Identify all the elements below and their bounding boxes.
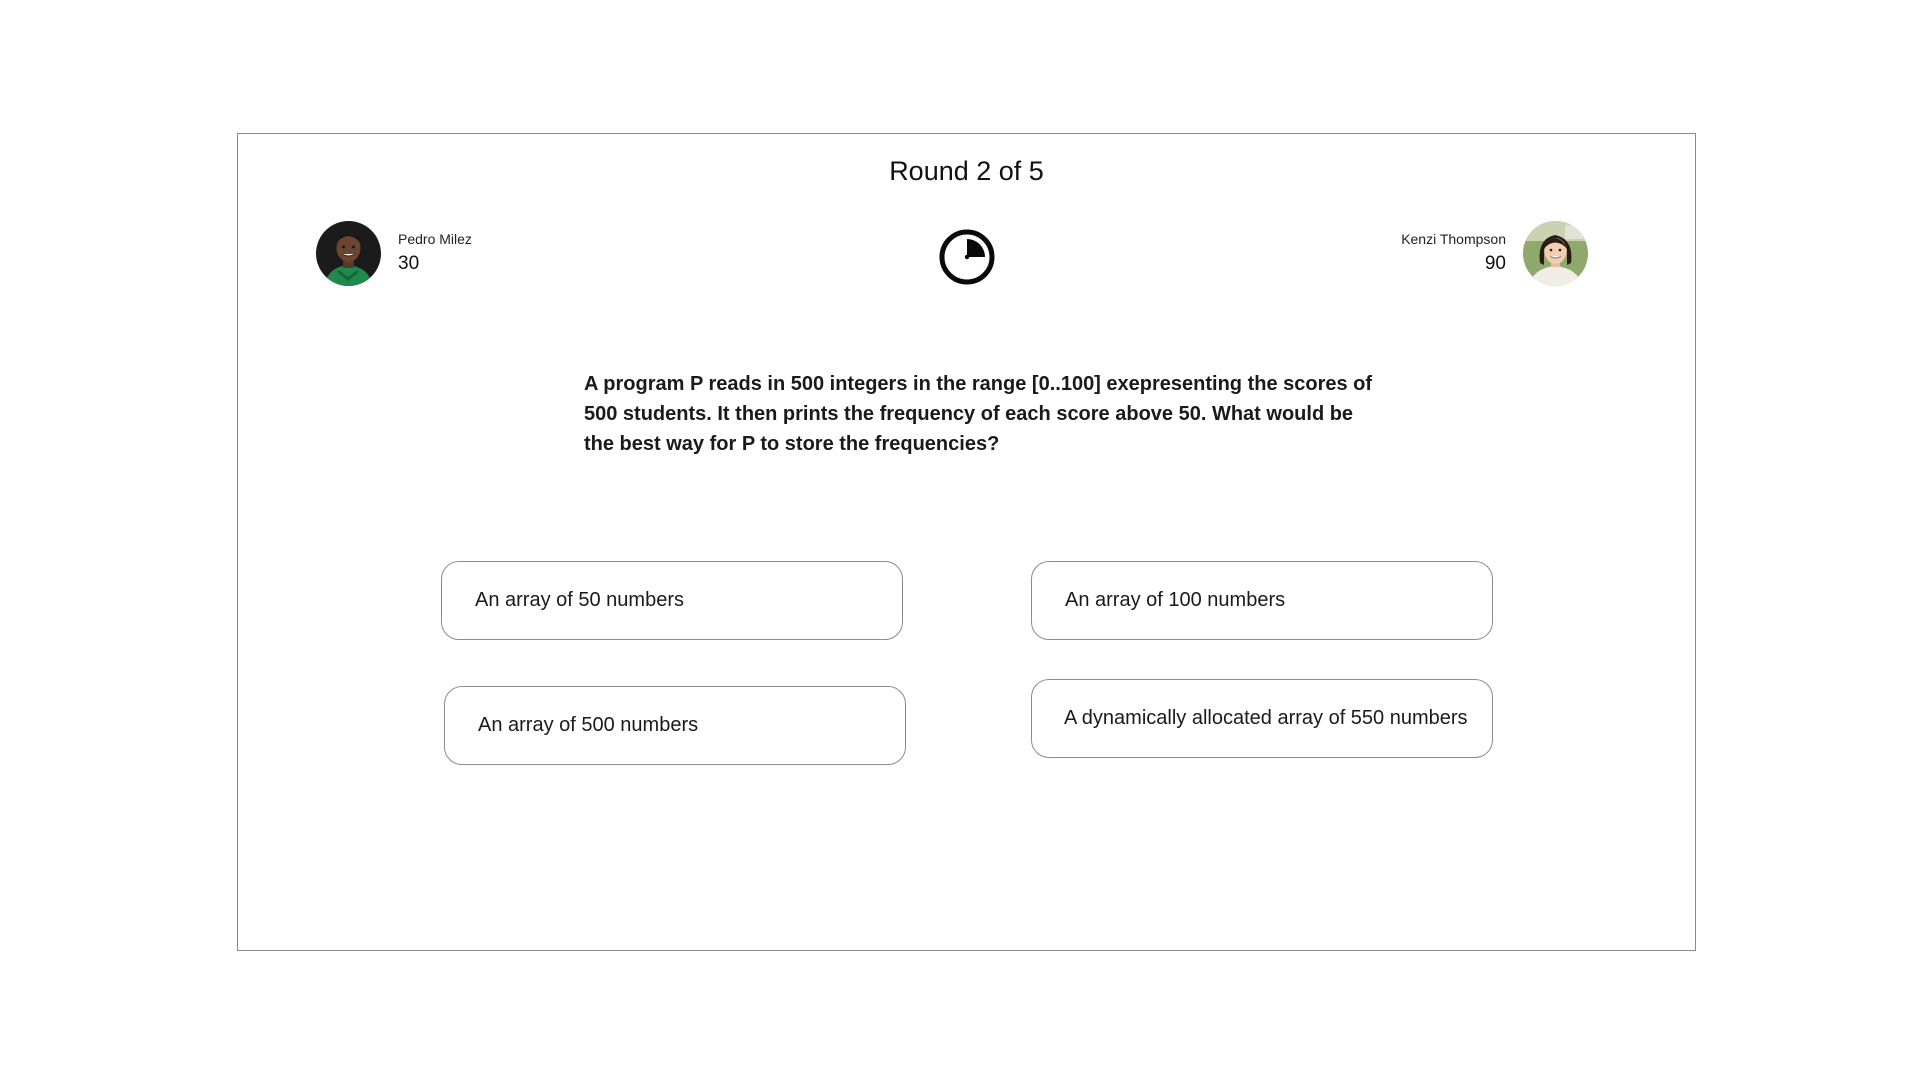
answer-option-4[interactable]: A dynamically allocated array of 550 num…	[1031, 679, 1493, 758]
player-left-name: Pedro Milez	[398, 231, 472, 248]
player-right-avatar	[1523, 221, 1588, 286]
avatar-man-icon	[316, 221, 381, 286]
round-title: Round 2 of 5	[889, 156, 1044, 186]
avatar-woman-icon	[1523, 221, 1588, 286]
timer-progress-wedge	[967, 239, 985, 257]
player-right: Kenzi Thompson 90	[1401, 221, 1588, 286]
timer-icon	[939, 229, 995, 285]
player-right-name: Kenzi Thompson	[1401, 231, 1506, 248]
player-right-info: Kenzi Thompson 90	[1401, 231, 1506, 275]
player-left-info: Pedro Milez 30	[398, 231, 472, 275]
player-left-score: 30	[398, 252, 420, 274]
answer-option-3[interactable]: An array of 500 numbers	[444, 686, 906, 765]
question-text: A program P reads in 500 integers in the…	[584, 373, 1373, 455]
answer-option-1[interactable]: An array of 50 numbers	[441, 561, 903, 640]
player-left: Pedro Milez 30	[316, 221, 472, 286]
answer-option-2[interactable]: An array of 100 numbers	[1031, 561, 1493, 640]
player-right-score: 90	[1484, 252, 1506, 274]
quiz-panel: Round 2 of 5 Pedro Milez 30 Kenzi Thomps…	[237, 133, 1696, 951]
player-left-avatar	[316, 221, 381, 286]
